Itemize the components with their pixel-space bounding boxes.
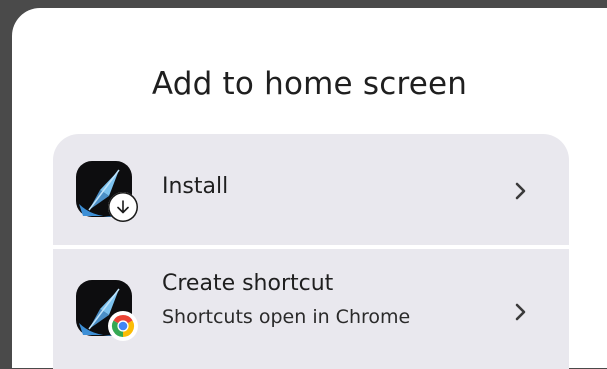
create-shortcut-label: Create shortcut bbox=[162, 271, 334, 296]
create-shortcut-subtitle: Shortcuts open in Chrome bbox=[162, 306, 411, 328]
options-list: Install Create shortcut Shortcuts open i… bbox=[53, 134, 569, 369]
dialog-title: Add to home screen bbox=[151, 66, 468, 102]
create-shortcut-text: Create shortcut Shortcuts open in Chrome bbox=[162, 271, 410, 328]
add-to-home-screen-sheet: Add to home screen Install Create shortc… bbox=[12, 8, 607, 369]
chevron-right-icon bbox=[515, 303, 526, 321]
create-shortcut-option[interactable]: Create shortcut Shortcuts open in Chrome bbox=[53, 249, 569, 369]
install-option[interactable]: Install bbox=[53, 134, 569, 245]
chrome-icon bbox=[108, 311, 138, 341]
install-text: Install bbox=[162, 174, 228, 199]
download-arrow-icon bbox=[108, 192, 138, 222]
chevron-right-icon bbox=[515, 182, 526, 200]
install-label: Install bbox=[162, 174, 229, 199]
compass-app-icon bbox=[75, 279, 138, 341]
compass-app-icon bbox=[75, 160, 138, 222]
